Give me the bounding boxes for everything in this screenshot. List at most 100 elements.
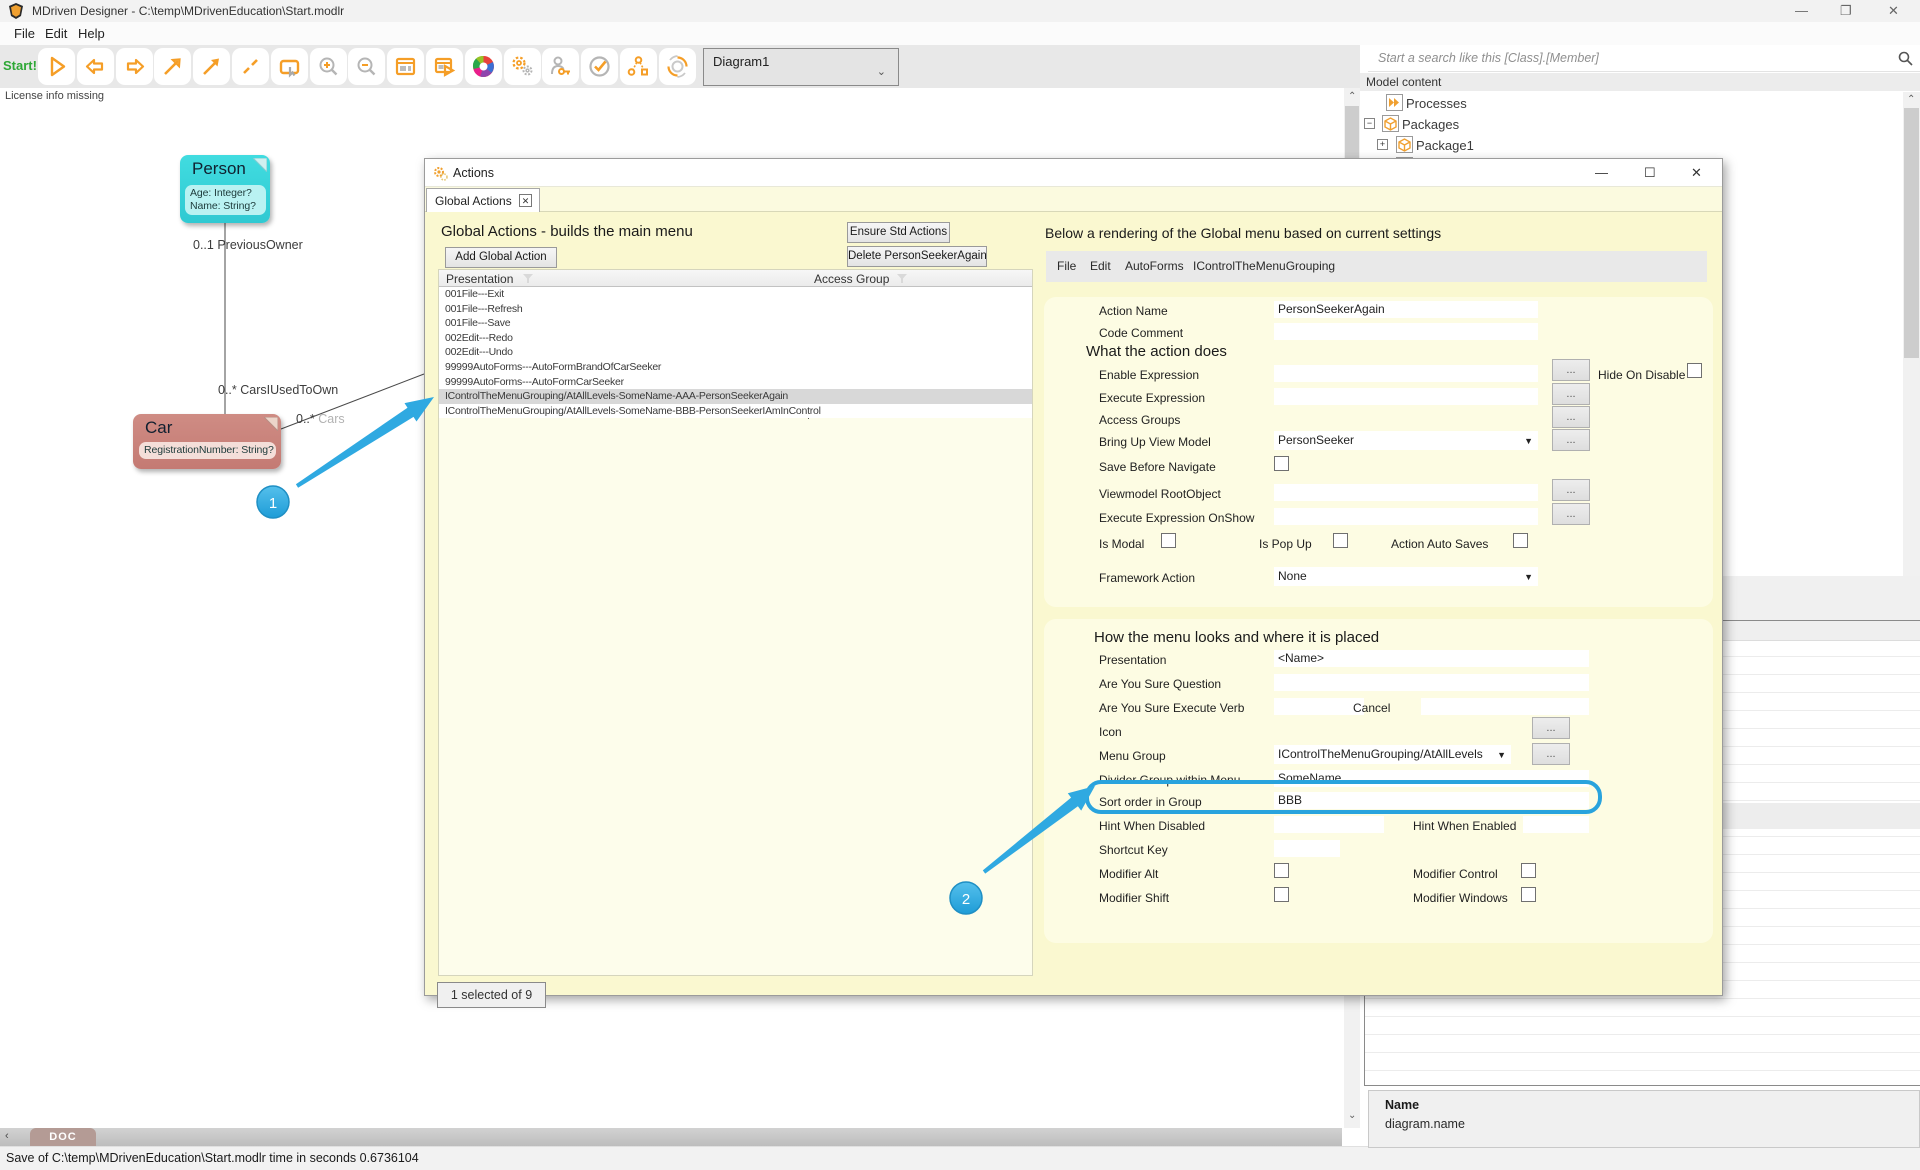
association-label-previousowner: 0..1 PreviousOwner xyxy=(193,238,303,252)
dialog-close-button[interactable]: ✕ xyxy=(1691,165,1702,181)
window-minimize-button[interactable]: — xyxy=(1795,3,1808,18)
column-presentation[interactable]: Presentation xyxy=(446,272,513,286)
dropdown-bring-up-view-model[interactable]: PersonSeeker ▼ xyxy=(1274,431,1538,450)
checkbox-hide-on-disable[interactable] xyxy=(1687,363,1702,378)
field-hint-when-disabled[interactable] xyxy=(1274,816,1384,833)
checkbox-is-modal[interactable] xyxy=(1161,533,1176,548)
collapse-icon[interactable]: − xyxy=(1364,118,1375,129)
field-viewmodel-rootobject[interactable] xyxy=(1274,484,1538,501)
field-hint-when-enabled[interactable] xyxy=(1523,816,1589,833)
dropdown-framework-action[interactable]: None ▼ xyxy=(1274,567,1538,586)
left-heading: Global Actions - builds the main menu xyxy=(441,223,693,240)
checkbox-save-before-navigate[interactable] xyxy=(1274,456,1289,471)
window-close-button[interactable]: ✕ xyxy=(1888,3,1899,19)
action-list-row[interactable]: 99999AutoForms---AutoFormCarSeeker xyxy=(439,374,1032,390)
dialog-maximize-button[interactable]: ☐ xyxy=(1644,165,1656,181)
rendered-menu-bar: File Edit AutoForms IControlTheMenuGroup… xyxy=(1046,251,1707,282)
label-divider-group: Divider Group within Menu xyxy=(1099,773,1241,787)
icon-ellipsis-button[interactable]: ... xyxy=(1532,717,1570,739)
field-shortcut-key[interactable] xyxy=(1274,840,1340,857)
class-box-car[interactable]: Car RegistrationNumber: String? xyxy=(133,414,281,469)
viewmodel-rootobject-ellipsis-button[interactable]: ... xyxy=(1552,479,1590,501)
search-input[interactable]: Start a search like this [Class].[Member… xyxy=(1368,45,1920,72)
dialog-minimize-button[interactable]: — xyxy=(1595,165,1608,180)
field-sort-order[interactable]: BBB xyxy=(1274,792,1589,809)
rendered-menu-edit[interactable]: Edit xyxy=(1090,259,1111,273)
checkbox-modifier-windows[interactable] xyxy=(1521,887,1536,902)
label-hide-on-disable: Hide On Disable xyxy=(1598,368,1686,382)
action-list-row[interactable]: IControlTheMenuGrouping/AtAllLevels-Some… xyxy=(439,403,1032,419)
action-list-row[interactable]: 002Edit---Redo xyxy=(439,330,1032,346)
label-shortcut-key: Shortcut Key xyxy=(1099,843,1168,857)
label-execute-expression-onshow: Execute Expression OnShow xyxy=(1099,511,1255,525)
access-groups-ellipsis-button[interactable]: ... xyxy=(1552,406,1590,428)
status-bar: Save of C:\temp\MDrivenEducation\Start.m… xyxy=(0,1146,1920,1170)
execute-expression-ellipsis-button[interactable]: ... xyxy=(1552,383,1590,405)
rendered-menu-icontrolthemenugrouping[interactable]: IControlTheMenuGrouping xyxy=(1193,259,1335,273)
package-icon xyxy=(1382,115,1399,132)
checkbox-action-auto-saves[interactable] xyxy=(1513,533,1528,548)
field-execute-expression[interactable] xyxy=(1274,388,1538,405)
label-are-you-sure-execute-verb: Are You Sure Execute Verb xyxy=(1099,701,1245,715)
checkbox-is-pop-up[interactable] xyxy=(1333,533,1348,548)
label-menu-group: Menu Group xyxy=(1099,749,1166,763)
label-modifier-alt: Modifier Alt xyxy=(1099,867,1159,881)
menu-group-ellipsis-button[interactable]: ... xyxy=(1532,743,1570,765)
field-are-you-sure-execute-verb[interactable] xyxy=(1274,698,1364,715)
label-enable-expression: Enable Expression xyxy=(1099,368,1200,382)
column-access-group[interactable]: Access Group xyxy=(814,272,889,286)
dropdown-menu-group[interactable]: IControlTheMenuGrouping/AtAllLevels ▼ xyxy=(1274,745,1511,764)
sidebar-vscrollbar[interactable]: ⌃ ⌄ xyxy=(1903,92,1920,637)
canvas-hscrollbar[interactable]: ‹ DOC xyxy=(0,1128,1342,1146)
field-divider-group[interactable]: SomeName xyxy=(1274,770,1589,787)
field-enable-expression[interactable] xyxy=(1274,365,1538,382)
bring-up-view-model-ellipsis-button[interactable]: ... xyxy=(1552,429,1590,451)
action-list-row[interactable]: 001File---Save xyxy=(439,316,1032,331)
action-list-row[interactable]: 99999AutoForms---AutoFormBrandOfCarSeeke… xyxy=(439,359,1032,375)
field-code-comment[interactable] xyxy=(1274,323,1538,340)
tab-global-actions[interactable]: Global Actions ✕ xyxy=(426,188,540,212)
checkbox-modifier-alt[interactable] xyxy=(1274,863,1289,878)
window-restore-button[interactable]: ❐ xyxy=(1840,3,1852,19)
action-list-row[interactable]: 001File---Refresh xyxy=(439,301,1032,317)
field-action-name[interactable]: PersonSeekerAgain xyxy=(1274,301,1538,318)
ensure-std-actions-button[interactable]: Ensure Std Actions xyxy=(847,222,950,243)
enable-expression-ellipsis-button[interactable]: ... xyxy=(1552,359,1590,381)
fold-corner-icon xyxy=(264,417,278,431)
label-execute-expression: Execute Expression xyxy=(1099,391,1206,405)
label-is-modal: Is Modal xyxy=(1099,537,1145,551)
label-presentation: Presentation xyxy=(1099,653,1167,667)
field-cancel-verb[interactable] xyxy=(1421,698,1589,715)
doc-tab[interactable]: DOC xyxy=(30,1128,96,1146)
action-list-row[interactable]: 001File---Exit xyxy=(439,287,1032,302)
expand-icon[interactable]: + xyxy=(1377,139,1388,150)
field-are-you-sure-question[interactable] xyxy=(1274,674,1589,691)
rendered-menu-file[interactable]: File xyxy=(1057,259,1076,273)
label-code-comment: Code Comment xyxy=(1099,326,1184,340)
rendered-menu-autoforms[interactable]: AutoForms xyxy=(1125,259,1184,273)
label-bring-up-view-model: Bring Up View Model xyxy=(1099,435,1211,449)
add-global-action-button[interactable]: Add Global Action xyxy=(445,247,557,268)
gear-icon xyxy=(434,167,448,181)
scroll-left-icon[interactable]: ‹ xyxy=(5,1130,9,1142)
filter-icon xyxy=(897,274,907,283)
field-execute-expression-onshow[interactable] xyxy=(1274,508,1538,525)
selection-count-badge: 1 selected of 9 xyxy=(437,982,546,1008)
label-action-name: Action Name xyxy=(1099,304,1168,318)
dialog-titlebar[interactable]: Actions — ☐ ✕ xyxy=(425,159,1722,187)
list-header[interactable]: Presentation Access Group xyxy=(439,270,1032,287)
label-viewmodel-rootobject: Viewmodel RootObject xyxy=(1099,487,1221,501)
field-presentation[interactable]: <Name> xyxy=(1274,650,1589,667)
action-list-row[interactable]: 002Edit---Undo xyxy=(439,345,1032,360)
tab-close-icon[interactable]: ✕ xyxy=(519,194,532,207)
execute-expression-onshow-ellipsis-button[interactable]: ... xyxy=(1552,503,1590,525)
checkbox-modifier-control[interactable] xyxy=(1521,863,1536,878)
action-list-row[interactable]: IControlTheMenuGrouping/AtAllLevels-Some… xyxy=(439,389,1032,404)
heading-how-menu-looks: How the menu looks and where it is place… xyxy=(1094,629,1380,646)
checkbox-modifier-shift[interactable] xyxy=(1274,887,1289,902)
person-attributes: Age: Integer? Name: String? xyxy=(185,185,266,215)
class-box-person[interactable]: Person Age: Integer? Name: String? xyxy=(180,155,270,223)
delete-personseekeragain-button[interactable]: Delete PersonSeekerAgain xyxy=(847,246,987,267)
global-actions-list[interactable]: Presentation Access Group 001File---Exit… xyxy=(438,269,1033,976)
status-text: Save of C:\temp\MDrivenEducation\Start.m… xyxy=(6,1151,419,1165)
